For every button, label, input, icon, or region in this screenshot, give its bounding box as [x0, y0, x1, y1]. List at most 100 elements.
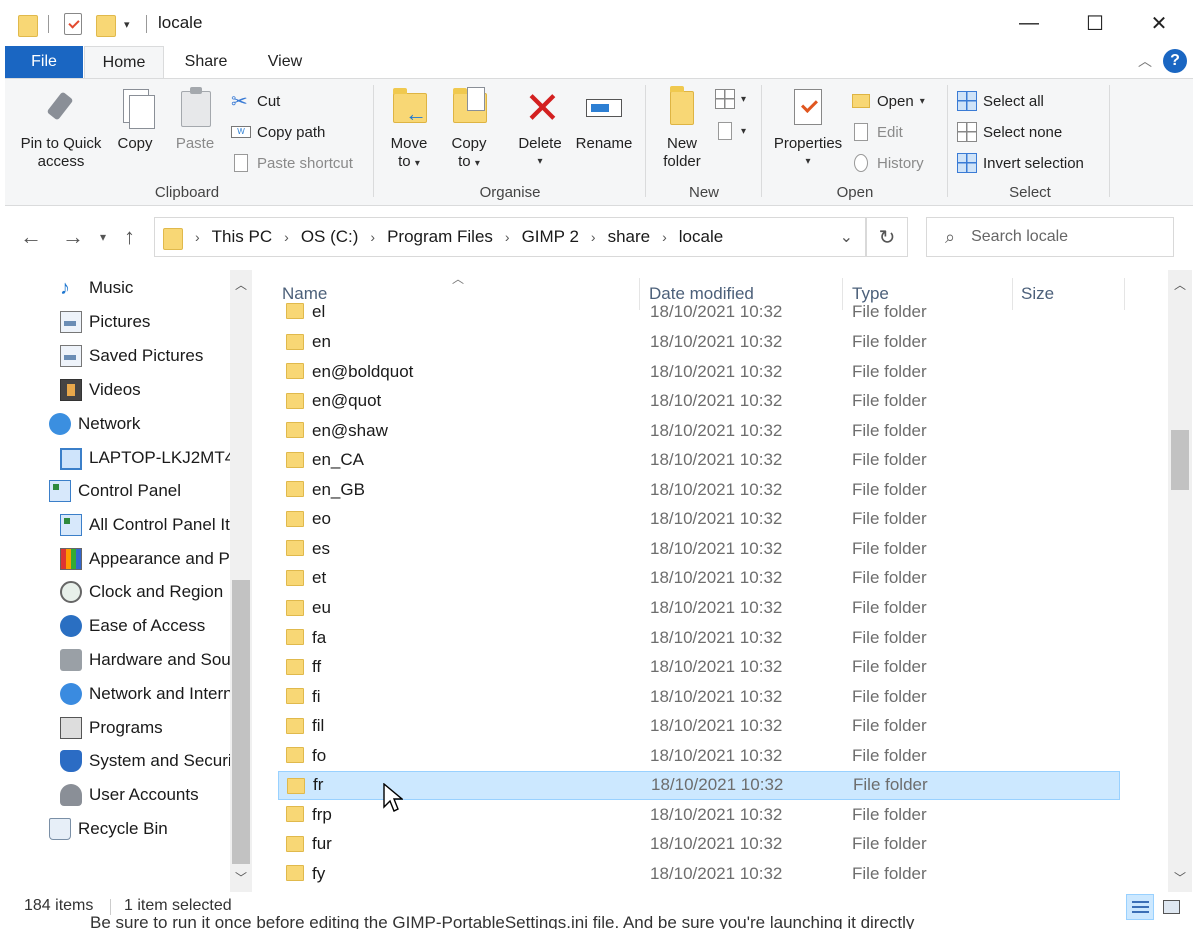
select-none-button[interactable]: Select none [957, 120, 1062, 144]
move-to-button[interactable]: ← Move to ▾ [383, 87, 435, 173]
history-button[interactable]: History [851, 151, 924, 175]
nav-item-hardware[interactable]: Hardware and Sou [60, 646, 231, 674]
details-view-button[interactable] [1126, 894, 1154, 920]
new-item-button[interactable]: ▾ [715, 87, 746, 111]
copy-to-dropdown-icon: ▾ [474, 158, 480, 169]
scroll-down-chevron-icon[interactable]: ﹀ [230, 869, 252, 886]
nav-item-clock-region[interactable]: Clock and Region [60, 578, 223, 606]
invert-selection-button[interactable]: Invert selection [957, 151, 1084, 175]
breadcrumb-this-pc[interactable]: This PC [212, 227, 272, 247]
customize-toolbar-chevron-icon[interactable]: ▾ [124, 12, 130, 36]
scroll-up-chevron-icon[interactable]: ︿ [1168, 276, 1192, 293]
nav-item-user-accounts[interactable]: User Accounts [60, 781, 199, 809]
nav-item-recycle-bin[interactable]: Recycle Bin [49, 815, 168, 843]
nav-item-laptop[interactable]: LAPTOP-LKJ2MT4F [60, 444, 245, 472]
file-name: en@quot [312, 391, 382, 411]
help-icon[interactable]: ? [1163, 49, 1187, 73]
nav-item-music[interactable]: ♪ Music [60, 274, 133, 302]
tab-view[interactable]: View [252, 46, 318, 78]
table-row[interactable]: en@quot 18/10/2021 10:32 File folder [278, 387, 1120, 416]
maximize-button[interactable]: ☐ [1072, 8, 1118, 38]
nav-item-videos[interactable]: Videos [60, 376, 141, 404]
close-button[interactable]: ✕ [1136, 8, 1182, 38]
table-row[interactable]: eu 18/10/2021 10:32 File folder [278, 594, 1120, 623]
rename-button[interactable]: Rename [573, 87, 635, 153]
search-input[interactable]: ⌕ Search locale [926, 217, 1174, 257]
group-divider [645, 85, 646, 197]
scrollbar-thumb[interactable] [1171, 430, 1189, 490]
select-none-icon [957, 122, 977, 142]
copy-button[interactable]: Copy [111, 87, 159, 153]
scroll-up-chevron-icon[interactable]: ︿ [230, 276, 252, 293]
recent-locations-chevron-icon[interactable]: ▾ [100, 230, 106, 244]
properties-check-icon[interactable] [64, 12, 82, 36]
nav-item-network-internet[interactable]: Network and Intern [60, 680, 233, 708]
minimize-button[interactable]: — [1006, 8, 1052, 38]
table-row[interactable]: en_GB 18/10/2021 10:32 File folder [278, 475, 1120, 504]
tab-share[interactable]: Share [170, 46, 242, 78]
nav-item-system-security[interactable]: System and Securit [60, 747, 236, 775]
table-row[interactable]: fur 18/10/2021 10:32 File folder [278, 830, 1120, 859]
nav-item-ease-of-access[interactable]: Ease of Access [60, 612, 205, 640]
scroll-down-chevron-icon[interactable]: ﹀ [1168, 869, 1192, 886]
copy-to-button[interactable]: Copy to ▾ [443, 87, 495, 173]
tab-file[interactable]: File [5, 46, 83, 78]
delete-button[interactable]: ✕ Delete ▾ [511, 87, 569, 171]
column-divider[interactable] [1124, 278, 1125, 310]
table-row[interactable]: en@shaw 18/10/2021 10:32 File folder [278, 416, 1120, 445]
breadcrumb-share[interactable]: share [608, 227, 651, 247]
table-row-selected[interactable]: fr 18/10/2021 10:32 File folder [278, 770, 1120, 800]
cut-button[interactable]: ✂ Cut [231, 89, 280, 113]
table-row[interactable]: eo 18/10/2021 10:32 File folder [278, 505, 1120, 534]
file-list-scrollbar[interactable]: ︿ ﹀ [1168, 270, 1192, 892]
paste-shortcut-button[interactable]: Paste shortcut [231, 151, 353, 175]
pin-to-quick-access-button[interactable]: Pin to Quick access [13, 87, 109, 171]
table-row[interactable]: frp 18/10/2021 10:32 File folder [278, 800, 1120, 829]
copy-path-button[interactable]: W Copy path [231, 120, 325, 144]
select-all-button[interactable]: Select all [957, 89, 1044, 113]
navigation-pane-scrollbar[interactable]: ︿ ﹀ [230, 270, 252, 892]
nav-item-appearance[interactable]: Appearance and Pe [60, 545, 239, 573]
table-row[interactable]: fa 18/10/2021 10:32 File folder [278, 623, 1120, 652]
up-arrow-icon[interactable]: ↑ [124, 224, 135, 250]
refresh-button[interactable]: ↻ [866, 217, 908, 257]
nav-item-programs[interactable]: Programs [60, 714, 163, 742]
back-arrow-icon[interactable]: ← [20, 224, 42, 250]
tab-home[interactable]: Home [84, 46, 164, 79]
nav-item-all-control-panel[interactable]: All Control Panel It [60, 511, 230, 539]
new-folder-button[interactable]: New folder [655, 86, 709, 171]
open-button[interactable]: Open ▾ [851, 89, 925, 113]
table-row[interactable]: fo 18/10/2021 10:32 File folder [278, 741, 1120, 770]
table-row[interactable]: fi 18/10/2021 10:32 File folder [278, 682, 1120, 711]
breadcrumb-gimp-2[interactable]: GIMP 2 [522, 227, 579, 247]
nav-item-saved-pictures[interactable]: Saved Pictures [60, 342, 203, 370]
large-icons-view-button[interactable] [1157, 894, 1185, 920]
table-row[interactable]: et 18/10/2021 10:32 File folder [278, 564, 1120, 593]
forward-arrow-icon[interactable]: → [62, 224, 84, 250]
edit-button[interactable]: Edit [851, 120, 903, 144]
table-row[interactable]: en_CA 18/10/2021 10:32 File folder [278, 446, 1120, 475]
table-row[interactable]: fil 18/10/2021 10:32 File folder [278, 712, 1120, 741]
new-folder-quick-icon[interactable] [96, 12, 116, 37]
table-row[interactable]: es 18/10/2021 10:32 File folder [278, 534, 1120, 563]
address-dropdown-chevron-icon[interactable]: ⌄ [840, 227, 853, 247]
properties-button[interactable]: Properties ▾ [767, 87, 849, 171]
paste-button[interactable]: Paste [169, 87, 221, 153]
breadcrumb-locale[interactable]: locale [679, 227, 723, 247]
table-row[interactable]: en 18/10/2021 10:32 File folder [278, 328, 1120, 357]
table-row[interactable]: en@boldquot 18/10/2021 10:32 File folder [278, 357, 1120, 386]
nav-item-control-panel[interactable]: Control Panel [49, 477, 181, 505]
address-bar[interactable]: › This PC › OS (C:) › Program Files › GI… [154, 217, 866, 257]
music-icon: ♪ [60, 277, 70, 299]
breadcrumb-program-files[interactable]: Program Files [387, 227, 493, 247]
scrollbar-thumb[interactable] [232, 580, 250, 864]
nav-item-network[interactable]: Network [49, 410, 140, 438]
minimize-ribbon-chevron-icon[interactable]: ︿ [1138, 51, 1152, 71]
nav-item-pictures[interactable]: Pictures [60, 308, 150, 336]
table-row[interactable]: fy 18/10/2021 10:32 File folder [278, 859, 1120, 888]
table-row[interactable]: el 18/10/2021 10:32 File folder [278, 297, 1120, 326]
breadcrumb-os-c[interactable]: OS (C:) [301, 227, 359, 247]
easy-access-button[interactable]: ▾ [715, 119, 746, 143]
quick-access-folder-icon[interactable] [18, 12, 38, 37]
table-row[interactable]: ff 18/10/2021 10:32 File folder [278, 653, 1120, 682]
